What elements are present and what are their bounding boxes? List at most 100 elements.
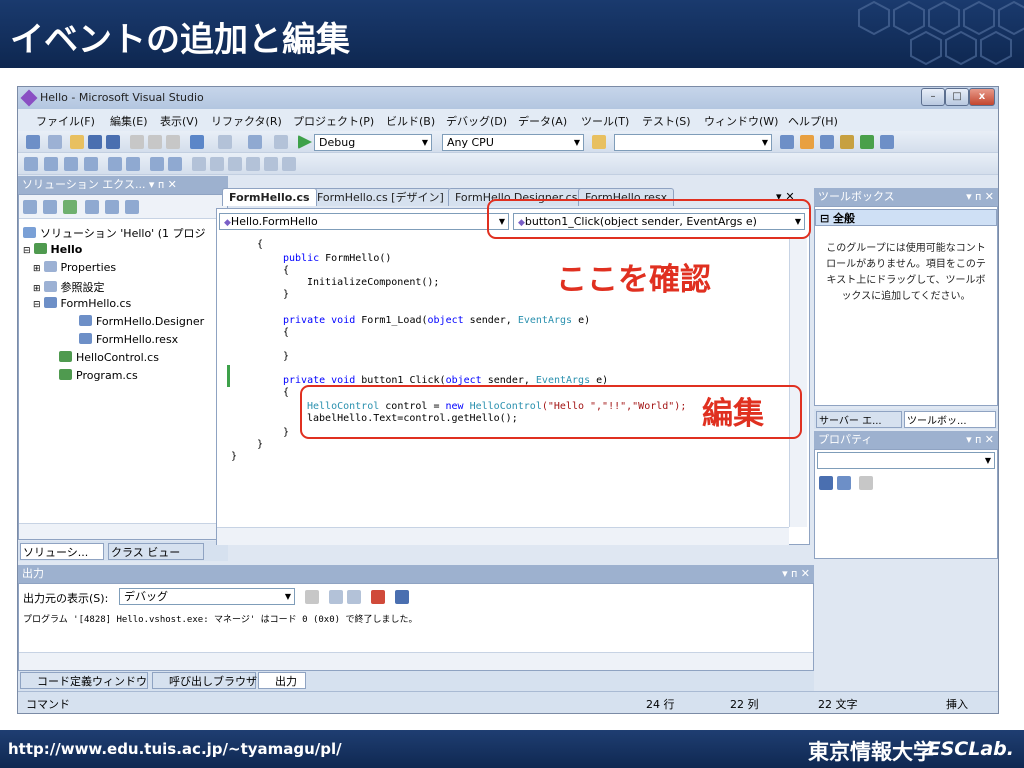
tab-call-browser[interactable]: 呼び出しブラウザ [152,672,257,689]
output-header[interactable]: 出力 ▾ ᴨ ✕ [18,565,814,583]
start-page-icon[interactable] [860,135,874,149]
view-designer-icon[interactable] [105,200,119,214]
menu-refactor[interactable]: リファクタ(R) [211,113,282,129]
categorized-icon[interactable] [819,476,833,490]
menu-file[interactable]: ファイル(F) [36,113,95,129]
tab-server-explorer[interactable]: サーバー エ... [816,411,902,428]
close-button[interactable]: x [969,88,995,106]
menu-build[interactable]: ビルド(B) [386,113,435,129]
toolbox-pin-button[interactable]: ▾ ᴨ ✕ [966,188,994,206]
solution-explorer-header[interactable]: ソリューション エクス... ▾ ᴨ ✕ [18,176,228,194]
menu-test[interactable]: テスト(S) [642,113,691,129]
next-bookmark-icon[interactable] [228,157,242,171]
configuration-select[interactable]: Debug ▼ [314,134,432,151]
parameter-info-icon[interactable] [44,157,58,171]
properties-pin-button[interactable]: ▾ ᴨ ✕ [966,431,994,449]
menu-data[interactable]: データ(A) [518,113,567,129]
tree-item-hellocontrol[interactable]: HelloControl.cs [59,351,159,364]
next-bookmark-folder-icon[interactable] [264,157,278,171]
tab-toolbox[interactable]: ツールボッ... [904,411,996,428]
minimize-button[interactable]: – [921,88,945,106]
window-titlebar[interactable]: Hello - Microsoft Visual Studio – □ x [18,87,998,109]
menu-view[interactable]: 表示(V) [160,113,198,129]
code-editor[interactable]: ◆Hello.FormHello ▼ ◆button1_Click(object … [216,208,810,545]
menu-tools[interactable]: ツール(T) [581,113,629,129]
toolbox-header[interactable]: ツールボックス ▾ ᴨ ✕ [814,188,998,206]
menu-project[interactable]: プロジェクト(P) [293,113,374,129]
outdent-icon[interactable] [108,157,122,171]
start-debug-icon[interactable] [298,135,312,149]
paste-icon[interactable] [166,135,180,149]
menu-edit[interactable]: 編集(E) [110,113,148,129]
bookmark-icon[interactable] [192,157,206,171]
display-object-icon[interactable] [24,157,38,171]
property-pages-icon[interactable] [859,476,873,490]
tree-item-references[interactable]: ⊞ 参照設定 [33,279,105,295]
tree-item-project[interactable]: ⊟ Hello [23,243,82,256]
tab-formhello-design[interactable]: FormHello.cs [デザイン] [310,188,451,206]
maximize-button[interactable]: □ [945,88,969,106]
properties-header[interactable]: プロパティ ▾ ᴨ ✕ [814,431,998,449]
uncomment-icon[interactable] [168,157,182,171]
tab-formhello-cs[interactable]: FormHello.cs [222,188,317,206]
add-item-icon[interactable] [48,135,62,149]
toolbox-group-general[interactable]: ⊟ 全般 [815,209,997,226]
window-icon[interactable] [880,135,894,149]
menu-debug[interactable]: デバッグ(D) [446,113,507,129]
redo-icon[interactable] [218,135,232,149]
new-project-icon[interactable] [26,135,40,149]
properties-object-select[interactable]: ▼ [817,452,995,469]
indent-icon[interactable] [126,157,140,171]
open-icon[interactable] [70,135,84,149]
find-icon-2[interactable] [780,135,794,149]
horizontal-scrollbar[interactable] [19,523,227,539]
horizontal-scrollbar[interactable] [217,527,789,545]
class-diagram-icon[interactable] [125,200,139,214]
tree-item-properties[interactable]: ⊞ Properties [33,261,116,274]
toolbox-icon[interactable] [840,135,854,149]
comment-icon[interactable] [150,157,164,171]
alphabetical-icon[interactable] [837,476,851,490]
menu-window[interactable]: ウィンドウ(W) [704,113,778,129]
tree-item-program[interactable]: Program.cs [59,369,138,382]
cut-icon[interactable] [130,135,144,149]
copy-icon[interactable] [148,135,162,149]
tab-solution-explorer[interactable]: ソリューシ... [20,543,104,560]
output-pin-button[interactable]: ▾ ᴨ ✕ [782,565,810,583]
save-all-icon[interactable] [106,135,120,149]
clear-all-icon[interactable] [371,590,385,604]
tab-code-definition[interactable]: コード定義ウィンドウ [20,672,148,689]
word-complete-icon[interactable] [84,157,98,171]
class-select[interactable]: ◆Hello.FormHello ▼ [219,213,509,230]
view-code-icon[interactable] [85,200,99,214]
tab-output[interactable]: 出力 [258,672,306,689]
prev-message-icon[interactable] [329,590,343,604]
solution-explorer-icon[interactable] [800,135,814,149]
menu-help[interactable]: ヘルプ(H) [788,113,838,129]
platform-select[interactable]: Any CPU ▼ [442,134,584,151]
next-message-icon[interactable] [347,590,361,604]
find-combo[interactable]: ▼ [614,134,772,151]
undo-icon[interactable] [190,135,204,149]
output-source-select[interactable]: デバッグ ▼ [119,588,295,605]
properties-icon[interactable] [23,200,37,214]
horizontal-scrollbar[interactable] [19,652,813,670]
tree-item-resx[interactable]: FormHello.resx [79,333,178,346]
refresh-icon[interactable] [63,200,77,214]
word-wrap-icon[interactable] [395,590,409,604]
vertical-scrollbar[interactable] [789,237,807,527]
tree-item-solution[interactable]: ソリューション 'Hello' (1 プロジ [23,225,206,241]
save-icon[interactable] [88,135,102,149]
prev-bookmark-icon[interactable] [210,157,224,171]
show-all-files-icon[interactable] [43,200,57,214]
find-message-icon[interactable] [305,590,319,604]
find-in-files-icon[interactable] [592,135,606,149]
prev-bookmark-folder-icon[interactable] [246,157,260,171]
quick-info-icon[interactable] [64,157,78,171]
clear-bookmarks-icon[interactable] [282,157,296,171]
properties-icon[interactable] [820,135,834,149]
find-icon[interactable] [274,135,288,149]
tab-class-view[interactable]: クラス ビュー [108,543,204,560]
tree-item-designer[interactable]: FormHello.Designer [79,315,204,328]
tree-item-formhello[interactable]: ⊟ FormHello.cs [33,297,131,310]
